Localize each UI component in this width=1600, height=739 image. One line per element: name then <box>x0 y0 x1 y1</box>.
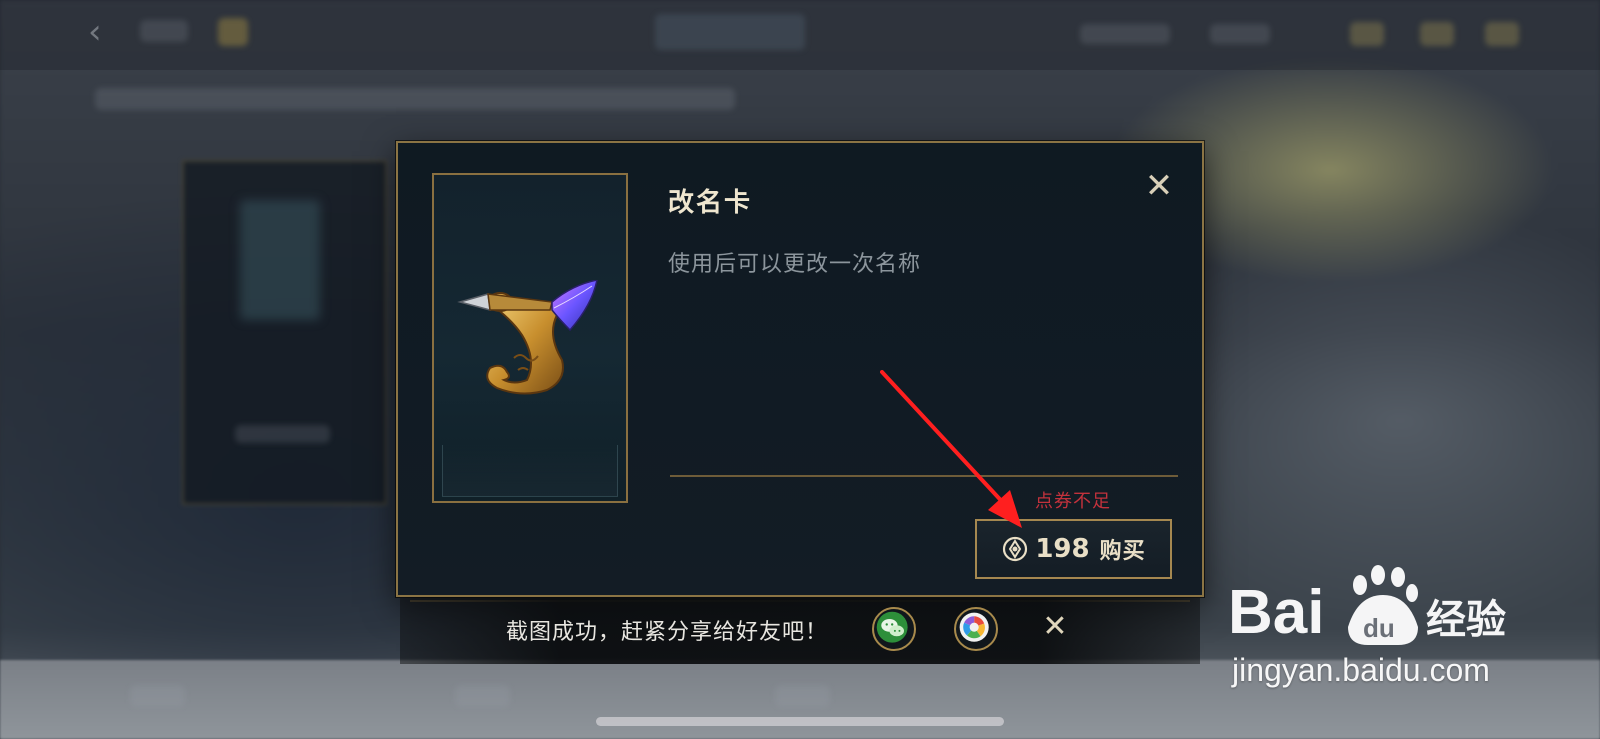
insufficient-coupons-notice: 点券不足 <box>1035 491 1111 512</box>
svg-text:Bai: Bai <box>1228 578 1324 647</box>
back-arrow-icon: ‹ <box>88 12 102 52</box>
item-image-frame-base <box>442 445 618 497</box>
background-blur-element <box>140 20 188 42</box>
background-blur-element <box>235 425 330 443</box>
coupon-coin-icon <box>1003 536 1028 562</box>
background-blur-element <box>1420 22 1454 46</box>
background-blur-element <box>1210 24 1270 44</box>
svg-text:du: du <box>1363 613 1395 643</box>
background-blur-element <box>1485 22 1519 46</box>
share-prompt-text: 截图成功，赶紧分享给好友吧！ <box>506 620 829 645</box>
background-blur-element <box>775 685 830 707</box>
background-blur-element <box>95 88 735 110</box>
buy-label: 购买 <box>1099 539 1146 564</box>
svg-text:经验: 经验 <box>1426 597 1506 643</box>
price-value: 198 <box>1035 534 1090 564</box>
background-blur-element <box>655 14 805 50</box>
background-card-art <box>240 200 320 320</box>
buy-button[interactable]: 198 购买 <box>975 519 1172 579</box>
wechat-moments-icon[interactable] <box>954 607 998 651</box>
wechat-icon[interactable] <box>872 607 916 651</box>
background-blur-element <box>218 18 248 46</box>
rename-scroll-quill-icon <box>457 280 598 395</box>
baidu-jingyan-watermark-logo: Bai du 经验 <box>1228 565 1506 647</box>
background-blur-element <box>130 685 185 707</box>
close-icon[interactable]: ✕ <box>1143 169 1175 203</box>
item-description: 使用后可以更改一次名称 <box>668 252 922 277</box>
item-title: 改名卡 <box>668 188 753 218</box>
background-blur-element <box>1350 22 1384 46</box>
dialog-divider <box>670 475 1178 477</box>
watermark-url: jingyan.baidu.com <box>1232 652 1490 688</box>
background-blur-element <box>1080 24 1170 44</box>
background-blur-element <box>455 685 510 707</box>
share-close-icon[interactable]: ✕ <box>1040 612 1070 642</box>
home-indicator[interactable] <box>596 717 1004 726</box>
